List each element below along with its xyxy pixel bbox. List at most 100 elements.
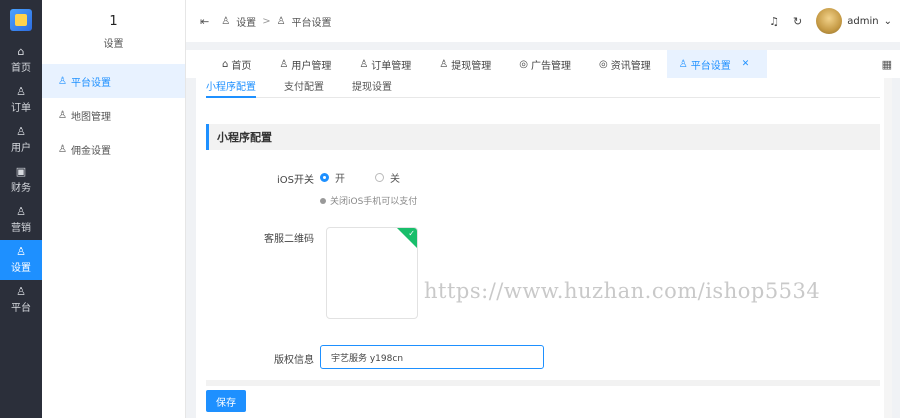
radio-label: 关 [390,174,400,185]
breadcrumb-item: 平台设置 [291,17,332,29]
section-title: 小程序配置 [206,124,880,150]
submenu-item-label: 佣金设置 [70,145,111,157]
rail-item-label: 订单 [11,103,31,114]
rail-item-orders[interactable]: ♙ 订单 [0,80,42,120]
app-logo [0,0,42,40]
tab-label: 平台设置 [690,60,731,72]
tab-order-management[interactable]: ♙ 订单管理 [347,50,427,78]
subtab-withdraw[interactable]: 提现设置 [352,78,392,97]
user-icon: ♙ [221,15,231,27]
location-icon: ◎ [599,58,608,70]
save-button[interactable]: 保存 [206,390,246,412]
breadcrumb-separator: > [262,15,271,27]
info-dot-icon [320,197,326,204]
top-header: ⇤ ♙ 设置 > ♙ 平台设置 ♫ ↻ admin ⌄ [186,0,900,42]
ios-switch-label: iOS开关 [277,175,314,186]
check-icon: ✓ [408,229,415,238]
main-nav-rail: ⌂ 首页 ♙ 订单 ♙ 用户 ▣ 财务 ♙ 营销 ♙ 设置 ♙ 平台 [0,0,42,418]
user-icon: ♙ [58,143,67,155]
tab-label: 首页 [231,60,252,72]
user-icon: ♙ [16,205,26,218]
user-menu[interactable]: admin ⌄ [816,8,892,34]
copyright-input[interactable]: 宇艺服务 y198cn [320,345,544,369]
page-tabs: ⌂ 首页 ♙ 用户管理 ♙ 订单管理 ♙ 提现管理 ◎ 广告管理 ◎ 资讯管理 … [186,50,900,78]
tab-news-management[interactable]: ◎ 资讯管理 [587,50,667,78]
submenu-item-label: 平台设置 [70,77,111,89]
grid-icon[interactable]: ▦ [882,58,892,71]
tab-label: 订单管理 [371,60,412,72]
username: admin [847,15,879,27]
user-icon: ♙ [359,58,369,70]
rail-item-marketing[interactable]: ♙ 营销 [0,200,42,240]
user-icon: ♙ [678,58,688,70]
user-icon: ♙ [16,125,26,138]
rail-item-label: 财务 [11,183,31,194]
breadcrumb-item[interactable]: 设置 [236,14,256,29]
app-root: ⌂ 首页 ♙ 订单 ♙ 用户 ▣ 财务 ♙ 营销 ♙ 设置 ♙ 平台 1 设置 [0,0,900,418]
rail-item-label: 首页 [11,63,31,74]
radio-label: 开 [335,174,345,185]
submenu-item-platform-settings[interactable]: ♙ 平台设置 [42,64,185,98]
close-icon[interactable]: ✕ [742,59,750,69]
tab-label: 用户管理 [291,60,332,72]
tab-user-management[interactable]: ♙ 用户管理 [267,50,347,78]
refresh-icon[interactable]: ↻ [793,15,802,28]
tab-withdraw-management[interactable]: ♙ 提现管理 [427,50,507,78]
rail-item-label: 用户 [11,143,31,154]
tab-label: 资讯管理 [610,60,651,72]
header-actions: ♫ ↻ admin ⌄ [769,0,892,42]
user-icon: ♙ [16,285,26,298]
submenu-item-label: 地图管理 [70,111,111,123]
subtab-payment[interactable]: 支付配置 [284,78,324,97]
user-icon: ♙ [276,15,286,27]
settings-panel: 小程序配置 支付配置 提现设置 小程序配置 iOS开关 开 关 关闭iOS手机可… [196,78,892,418]
submenu-item-commission-settings[interactable]: ♙ 佣金设置 [42,132,185,166]
ios-switch-hint: 关闭iOS手机可以支付 [320,194,417,207]
user-icon: ♙ [16,245,26,258]
submenu-count: 1 [109,14,118,29]
rail-item-platform[interactable]: ♙ 平台 [0,280,42,320]
rail-item-label: 设置 [11,263,31,274]
user-icon: ♙ [58,109,67,121]
subtab-miniprogram[interactable]: 小程序配置 [206,78,256,98]
rail-item-users[interactable]: ♙ 用户 [0,120,42,160]
tab-platform-settings[interactable]: ♙ 平台设置 ✕ [666,50,768,78]
rail-item-settings[interactable]: ♙ 设置 [0,240,42,280]
scrollbar[interactable] [884,78,892,418]
hint-text: 关闭iOS手机可以支付 [330,197,418,207]
secondary-menu: 1 设置 ♙ 平台设置 ♙ 地图管理 ♙ 佣金设置 [42,0,186,418]
radio-selected-indicator [320,173,329,182]
tab-home[interactable]: ⌂ 首页 [210,50,267,78]
submenu-list: ♙ 平台设置 ♙ 地图管理 ♙ 佣金设置 [42,64,185,166]
watermark-text: https://www.huzhan.com/ishop5534 [424,279,821,303]
collapse-menu-icon[interactable]: ⇤ [200,15,209,28]
user-icon: ♙ [58,75,67,87]
copyright-input-value: 宇艺服务 y198cn [331,353,404,364]
qr-upload-box[interactable]: ✓ [326,227,418,319]
tab-ad-management[interactable]: ◎ 广告管理 [507,50,587,78]
rail-item-finance[interactable]: ▣ 财务 [0,160,42,200]
home-icon: ⌂ [17,45,25,58]
rail-item-label: 营销 [11,223,31,234]
submenu-item-map-management[interactable]: ♙ 地图管理 [42,98,185,132]
rail-item-label: 平台 [11,303,31,314]
tab-label: 提现管理 [451,60,492,72]
copyright-label: 版权信息 [274,355,314,366]
radio-on[interactable]: 开 [320,170,345,185]
location-icon: ◎ [519,58,528,70]
radio-off[interactable]: 关 [375,170,400,185]
rail-item-home[interactable]: ⌂ 首页 [0,40,42,80]
qr-label: 客服二维码 [264,234,314,245]
bell-icon[interactable]: ♫ [769,15,779,28]
breadcrumb: ♙ 设置 > ♙ 平台设置 [221,14,331,29]
wallet-icon: ▣ [15,165,27,178]
tab-label: 广告管理 [531,60,571,72]
avatar[interactable] [816,8,843,34]
user-icon: ♙ [439,58,449,70]
config-subtabs: 小程序配置 支付配置 提现设置 [206,78,880,98]
user-icon: ♙ [16,85,26,98]
form-footer-divider [206,380,880,386]
chevron-down-icon: ⌄ [883,15,892,27]
submenu-title: 设置 [103,39,124,50]
ios-switch-radio-group: 开 关 [320,170,400,185]
